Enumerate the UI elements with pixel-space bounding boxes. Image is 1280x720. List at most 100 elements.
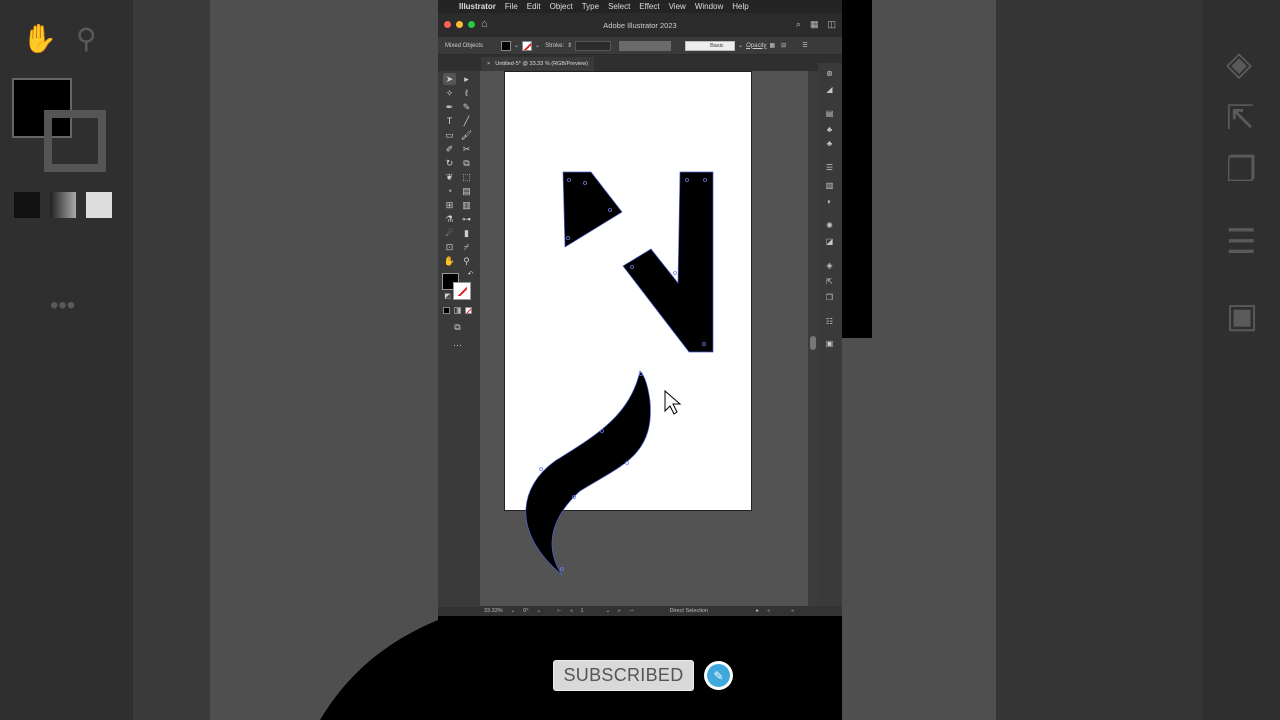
- line-tool-icon[interactable]: ╱: [460, 115, 473, 127]
- rotation-dropdown-icon[interactable]: ⌄: [537, 608, 542, 614]
- menu-select[interactable]: Select: [608, 2, 630, 11]
- artboard-tool-icon[interactable]: ⊡: [443, 241, 456, 253]
- menu-view[interactable]: View: [669, 2, 686, 11]
- adjust-icon[interactable]: ☷: [824, 317, 835, 327]
- align-icon[interactable]: ⊟: [781, 42, 786, 49]
- scale-tool-icon[interactable]: ⧉: [460, 157, 473, 169]
- rotate-tool-icon[interactable]: ↻: [443, 157, 456, 169]
- next-artboard-icon[interactable]: ▸: [618, 608, 621, 614]
- angle-shape[interactable]: [622, 71, 808, 353]
- free-transform-tool-icon[interactable]: ⬚: [460, 171, 473, 183]
- stroke-color-swatch[interactable]: [453, 282, 471, 300]
- home-icon[interactable]: ⌂: [481, 18, 488, 30]
- eyedropper-tool-icon[interactable]: ⚗: [443, 213, 456, 225]
- scroll-left-icon[interactable]: ◂: [767, 608, 770, 614]
- export-icon[interactable]: ⇱: [824, 277, 835, 287]
- drawing-modes-icon[interactable]: ⧉: [451, 321, 464, 333]
- prev-artboard-icon[interactable]: ◂: [570, 608, 573, 614]
- brush-definition[interactable]: Basic: [685, 40, 736, 51]
- brush-stroke-shape[interactable]: [525, 370, 651, 576]
- artboard-number[interactable]: 1: [581, 608, 584, 614]
- gradient-tool-icon[interactable]: ▥: [460, 199, 473, 211]
- menu-edit[interactable]: Edit: [527, 2, 541, 11]
- zoom-level[interactable]: 33.33%: [484, 608, 503, 614]
- maximize-window-button[interactable]: [468, 21, 475, 28]
- pen-tool-icon[interactable]: ✒: [443, 101, 456, 113]
- properties-icon[interactable]: ◢: [824, 85, 835, 95]
- warp-tool-icon[interactable]: ❦: [443, 171, 456, 183]
- style-icon[interactable]: ▦: [769, 42, 775, 49]
- perspective-grid-tool-icon[interactable]: ▤: [460, 185, 473, 197]
- panel-icon[interactable]: ◫: [827, 19, 836, 30]
- transparency-icon[interactable]: ◐: [824, 197, 835, 207]
- menu-type[interactable]: Type: [582, 2, 599, 11]
- stroke-swatch[interactable]: [522, 40, 533, 51]
- stroke-weight-field[interactable]: [575, 40, 612, 51]
- brushes-icon[interactable]: ♣: [824, 139, 835, 149]
- menu-file[interactable]: File: [505, 2, 518, 11]
- rotation-value[interactable]: 0°: [523, 608, 528, 614]
- graph-tool-icon[interactable]: ▮: [460, 227, 473, 239]
- layers-icon[interactable]: ◈: [824, 261, 835, 271]
- rectangle-tool-icon[interactable]: ▭: [443, 129, 456, 141]
- status-arrow-icon[interactable]: ▸: [756, 608, 759, 614]
- edit-toolbar-icon[interactable]: ⋯: [451, 339, 464, 351]
- slice-tool-icon[interactable]: ⌿: [460, 241, 473, 253]
- swap-colors-icon[interactable]: ↶: [464, 269, 477, 281]
- paintbrush-tool-icon[interactable]: 🖌: [460, 129, 473, 141]
- gradient-panel-icon[interactable]: ▥: [824, 181, 835, 191]
- brush-dropdown-icon[interactable]: ⌄: [738, 42, 743, 49]
- none-mode-icon[interactable]: [465, 307, 472, 314]
- menu-app-name[interactable]: Illustrator: [459, 2, 496, 11]
- last-artboard-icon[interactable]: ⇥: [629, 608, 634, 614]
- gradient-mode-icon[interactable]: [454, 307, 461, 314]
- channel-avatar[interactable]: ✎: [704, 661, 733, 690]
- stroke-panel-icon[interactable]: ☰: [824, 163, 835, 173]
- asset-export-icon[interactable]: ▣: [824, 339, 835, 349]
- hand-tool-icon[interactable]: ✋: [443, 255, 456, 267]
- menu-object[interactable]: Object: [550, 2, 573, 11]
- stroke-weight-stepper[interactable]: ⇕: [567, 42, 572, 49]
- shaper-tool-icon[interactable]: ✐: [443, 143, 456, 155]
- menu-window[interactable]: Window: [695, 2, 723, 11]
- first-artboard-icon[interactable]: ⇤: [557, 608, 562, 614]
- scroll-thumb[interactable]: [810, 336, 816, 350]
- magic-wand-tool-icon[interactable]: ✧: [443, 87, 456, 99]
- menu-effect[interactable]: Effect: [639, 2, 659, 11]
- default-colors-icon[interactable]: ◩: [441, 291, 454, 303]
- close-tab-icon[interactable]: ×: [487, 61, 490, 67]
- fill-swatch[interactable]: [501, 40, 511, 51]
- graphic-styles-icon[interactable]: ◪: [824, 237, 835, 247]
- opacity-label[interactable]: Opacity: [746, 43, 766, 49]
- stroke-dropdown-icon[interactable]: ⌄: [535, 42, 540, 49]
- scroll-right-icon[interactable]: ▸: [792, 608, 795, 614]
- minimize-window-button[interactable]: [456, 21, 463, 28]
- curvature-tool-icon[interactable]: ✎: [460, 101, 473, 113]
- search-icon[interactable]: ⌕: [796, 19, 801, 30]
- blend-tool-icon[interactable]: ⊶: [460, 213, 473, 225]
- transform-icon[interactable]: ▤: [824, 109, 835, 119]
- lasso-tool-icon[interactable]: ℓ: [460, 87, 473, 99]
- symbol-sprayer-tool-icon[interactable]: ☄: [443, 227, 456, 239]
- libraries-icon[interactable]: ⊛: [824, 69, 835, 79]
- subscribed-button[interactable]: SUBSCRIBED: [553, 660, 694, 691]
- control-menu-icon[interactable]: ☰: [802, 42, 807, 49]
- symbols-icon[interactable]: ♣: [824, 125, 835, 135]
- close-window-button[interactable]: [444, 21, 451, 28]
- mesh-tool-icon[interactable]: ⊞: [443, 199, 456, 211]
- appearance-icon[interactable]: ✺: [824, 221, 835, 231]
- type-tool-icon[interactable]: T: [443, 115, 456, 127]
- artboards-icon[interactable]: ❐: [824, 293, 835, 303]
- zoom-dropdown-icon[interactable]: ⌄: [511, 608, 516, 614]
- document-tab[interactable]: × Untitled-5* @ 33.33 % (RGB/Preview): [481, 57, 594, 71]
- color-mode-icon[interactable]: [443, 307, 450, 314]
- fill-dropdown-icon[interactable]: ⌄: [514, 42, 519, 49]
- variable-width-profile[interactable]: [619, 40, 672, 51]
- selection-tool-icon[interactable]: ➤: [443, 73, 456, 85]
- arrange-icon[interactable]: ▦: [810, 19, 819, 30]
- direct-selection-tool-icon[interactable]: ▸: [460, 73, 473, 85]
- canvas-area[interactable]: [480, 71, 808, 606]
- menu-help[interactable]: Help: [732, 2, 748, 11]
- shape-builder-tool-icon[interactable]: ◔: [443, 185, 456, 197]
- triangle-shape[interactable]: [562, 171, 623, 248]
